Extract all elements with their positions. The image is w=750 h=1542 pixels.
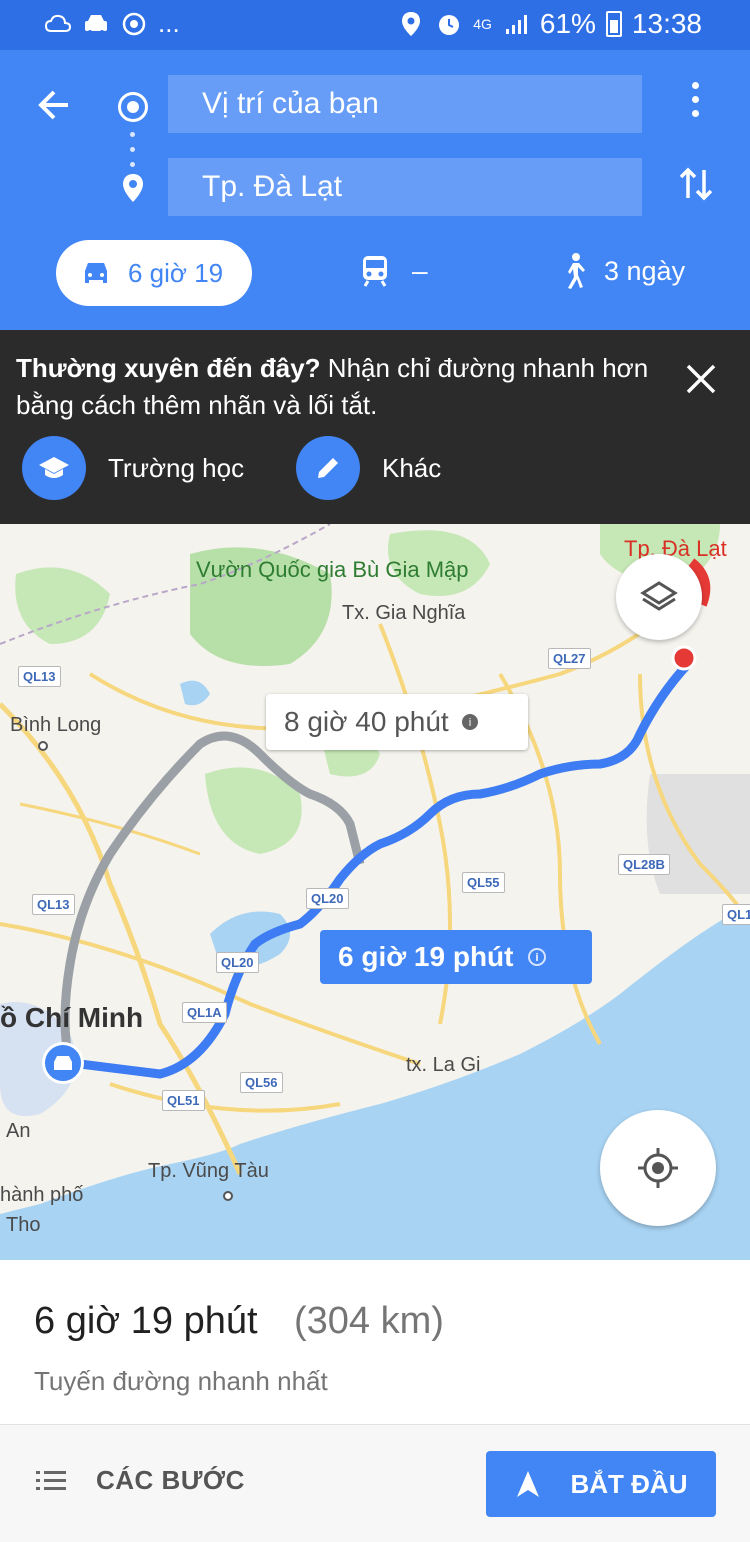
- cloud-icon: [44, 10, 72, 38]
- driving-time: 6 giờ 19: [128, 257, 224, 288]
- walking-icon: [568, 253, 585, 289]
- route-duration: 6 giờ 19 phút: [34, 1300, 258, 1342]
- road-shield: QL13: [32, 894, 75, 915]
- place-ho-chi-minh: ồ Chí Minh: [0, 1002, 144, 1033]
- start-navigation-button[interactable]: BẮT ĐẦU: [486, 1451, 716, 1517]
- tab-walking[interactable]: 3 ngày: [560, 252, 685, 290]
- car-icon: [54, 1056, 72, 1070]
- destination-input[interactable]: Tp. Đà Lạt: [168, 158, 642, 216]
- close-icon: [686, 364, 716, 394]
- origin-icon: [118, 92, 148, 122]
- promo-message: Thường xuyên đến đây? Nhận chỉ đường nha…: [16, 350, 676, 424]
- place-binh-long: Bình Long: [10, 714, 102, 736]
- other-chip[interactable]: Khác: [296, 436, 442, 500]
- travel-mode-tabs: 6 giờ 19 – 3 ngày: [0, 240, 750, 310]
- battery-icon: [605, 11, 622, 37]
- alternative-route-time: 8 giờ 40 phút: [284, 706, 449, 737]
- selected-route-callout[interactable]: 6 giờ 19 phút i: [320, 930, 592, 984]
- place-vung-tau: Tp. Vũng Tàu: [148, 1160, 269, 1182]
- svg-text:i: i: [536, 951, 540, 964]
- walking-time: 3 ngày: [604, 255, 686, 286]
- place-thanh-pho: hành phố: [0, 1184, 84, 1206]
- location-icon: [397, 10, 425, 38]
- status-bar: ... 4G 61% 13:38: [0, 0, 750, 50]
- car-icon: [85, 263, 107, 283]
- shortcut-promo-card: Thường xuyên đến đây? Nhận chỉ đường nha…: [0, 330, 750, 524]
- pencil-icon: [296, 436, 360, 500]
- road-shield: QL56: [240, 1072, 283, 1093]
- car-status-icon: [82, 10, 110, 38]
- current-location-car-marker: [42, 1042, 84, 1084]
- notification-icons: ...: [44, 8, 180, 39]
- clock: 13:38: [631, 8, 702, 39]
- system-icons: 4G 61% 13:38: [397, 8, 702, 40]
- more-notifications: ...: [158, 8, 180, 38]
- more-options-button[interactable]: [680, 82, 710, 126]
- close-promo-button[interactable]: [684, 362, 718, 396]
- park-label: Vườn Quốc gia Bù Gia Mập: [196, 557, 469, 582]
- start-label: BẮT ĐẦU: [570, 1468, 688, 1499]
- school-chip[interactable]: Trường học: [22, 436, 245, 500]
- place-la-gi: tx. La Gi: [406, 1054, 481, 1076]
- steps-label: CÁC BƯỚC: [96, 1465, 245, 1495]
- alternative-route-callout[interactable]: 8 giờ 40 phút i: [266, 694, 528, 750]
- selected-route-time: 6 giờ 19 phút: [338, 941, 514, 972]
- toll-info-icon: i: [528, 948, 547, 966]
- list-icon: [36, 1470, 66, 1490]
- crosshair-icon: [638, 1148, 678, 1188]
- road-shield: QL20: [306, 888, 349, 909]
- place-gia-nghia: Tx. Gia Nghĩa: [342, 602, 466, 624]
- road-shield: QL1: [722, 904, 750, 925]
- action-bar: CÁC BƯỚC BẮT ĐẦU: [0, 1424, 750, 1542]
- road-shield: QL28B: [618, 854, 670, 875]
- route-summary-sheet[interactable]: 6 giờ 19 phút (304 km) Tuyến đường nhanh…: [0, 1260, 750, 1424]
- arrow-left-icon: [38, 90, 68, 120]
- directions-header: Vị trí của bạn Tp. Đà Lạt 6 giờ 19 – 3 n…: [0, 50, 750, 330]
- train-icon: [363, 256, 387, 287]
- road-shield: QL51: [162, 1090, 205, 1111]
- sync-icon: [120, 10, 148, 38]
- svg-text:i: i: [468, 716, 471, 729]
- road-shield: QL20: [216, 952, 259, 973]
- road-shield: QL55: [462, 872, 505, 893]
- layers-icon: [640, 581, 678, 611]
- school-chip-label: Trường học: [108, 452, 245, 483]
- swap-button[interactable]: [678, 162, 714, 206]
- map-view[interactable]: Tp. Đà Lạt Vườn Quốc gia Bù Gia Mập Tx. …: [0, 524, 750, 1260]
- steps-button[interactable]: CÁC BƯỚC: [36, 1465, 245, 1496]
- route-distance: (304 km): [294, 1300, 444, 1342]
- alarm-icon: [435, 10, 463, 38]
- back-button[interactable]: [30, 80, 80, 130]
- toll-info-icon: i: [461, 714, 478, 730]
- network-type: 4G: [473, 16, 492, 32]
- layers-button[interactable]: [616, 554, 702, 640]
- battery-percent: 61%: [539, 8, 596, 39]
- swap-icon: [679, 167, 713, 201]
- tab-driving[interactable]: 6 giờ 19: [56, 240, 252, 306]
- place-an: An: [6, 1120, 31, 1142]
- school-icon: [22, 436, 86, 500]
- promo-title: Thường xuyên đến đây?: [16, 353, 321, 383]
- signal-icon: [502, 10, 530, 38]
- road-shield: QL27: [548, 648, 591, 669]
- road-shield: QL13: [18, 666, 61, 687]
- route-subtitle: Tuyến đường nhanh nhất: [34, 1366, 328, 1396]
- route-connector: [130, 132, 136, 172]
- tab-transit[interactable]: –: [360, 254, 428, 288]
- transit-time: –: [412, 255, 428, 286]
- place-tho: Tho: [6, 1214, 41, 1236]
- navigation-arrow-icon: [516, 1471, 539, 1497]
- road-shield: QL1A: [182, 1002, 227, 1023]
- other-chip-label: Khác: [382, 452, 442, 483]
- origin-input[interactable]: Vị trí của bạn: [168, 75, 642, 133]
- destination-pin-icon: [118, 172, 148, 206]
- my-location-button[interactable]: [600, 1110, 716, 1226]
